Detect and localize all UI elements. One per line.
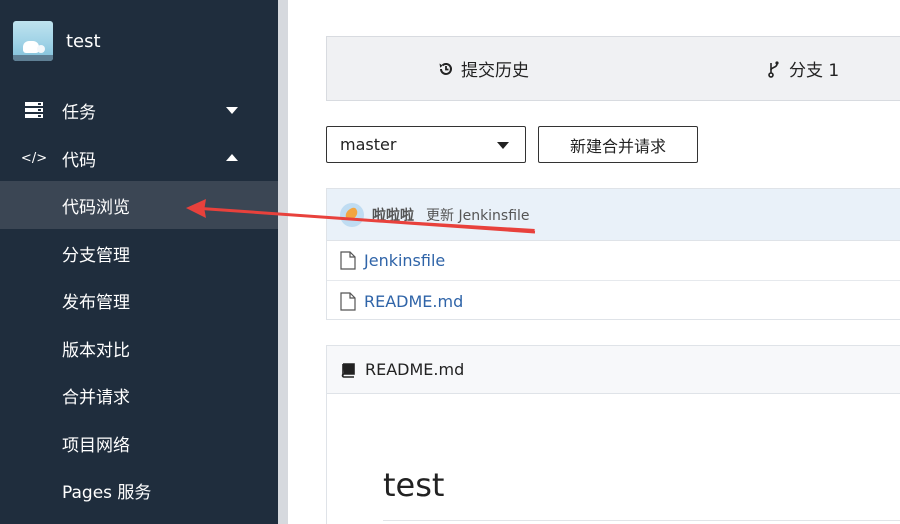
sidebar-item-label: Pages 服务 [62,482,152,503]
latest-commit-row: 啦啦啦 更新 Jenkinsfile [327,189,900,241]
sidebar: test 任务 </> 代码 代码浏览 分支管理 发布管理 版本对比 合并请求 … [0,0,278,524]
tab-commit-history[interactable]: 提交历史 [437,37,529,100]
file-link[interactable]: README.md [364,292,463,311]
new-merge-request-button[interactable]: 新建合并请求 [538,126,698,163]
list-item[interactable]: README.md [327,281,900,321]
tab-branches[interactable]: 分支 1 [765,37,839,100]
branch-icon [765,60,783,78]
readme-panel: README.md test [326,345,900,524]
sidebar-item-label: 项目网络 [62,435,130,456]
file-list-panel: 啦啦啦 更新 Jenkinsfile Jenkinsfile README.md [326,188,900,320]
sidebar-item-label: 分支管理 [62,245,130,266]
repo-name[interactable]: test [66,31,101,52]
file-icon [340,291,356,311]
divider [383,520,900,521]
sidebar-item-version-compare[interactable]: 版本对比 [0,324,278,372]
file-link[interactable]: Jenkinsfile [364,251,445,270]
sidebar-item-release-management[interactable]: 发布管理 [0,276,278,324]
readme-header: README.md [327,346,900,394]
sidebar-item-code-browse[interactable]: 代码浏览 [0,181,278,229]
sidebar-item-merge-requests[interactable]: 合并请求 [0,371,278,419]
readme-heading: test [383,466,445,504]
sidebar-item-label: 版本对比 [62,340,130,361]
commit-message[interactable]: 更新 Jenkinsfile [426,205,530,225]
list-item[interactable]: Jenkinsfile [327,241,900,281]
sidebar-item-code[interactable]: </> 代码 [0,134,278,182]
sidebar-item-tasks[interactable]: 任务 [0,86,278,134]
avatar[interactable] [340,203,364,227]
tasks-icon [24,100,44,120]
readme-title: README.md [365,360,465,379]
sidebar-item-label: 代码 [62,150,96,171]
tab-label: 提交历史 [461,61,529,81]
code-icon: </> [20,150,48,166]
chevron-down-icon [497,142,509,149]
history-icon [437,60,455,78]
chevron-up-icon [226,152,238,164]
chevron-down-icon [226,104,238,116]
sidebar-item-label: 发布管理 [62,292,130,313]
sidebar-item-label: 合并请求 [62,387,130,408]
branch-select-value: master [340,135,397,154]
sidebar-item-label: 任务 [62,102,96,123]
repo-avatar [13,21,53,61]
sidebar-scrollbar[interactable] [278,0,288,524]
sidebar-item-project-network[interactable]: 项目网络 [0,419,278,467]
sidebar-item-pages-service[interactable]: Pages 服务 [0,466,278,514]
commit-author[interactable]: 啦啦啦 [372,205,414,225]
sidebar-item-branch-management[interactable]: 分支管理 [0,229,278,277]
repo-header[interactable]: test [13,20,101,62]
main-content: 提交历史 分支 1 master 新建合并请求 啦啦啦 更新 Jenkinsfi… [288,0,900,524]
book-icon [340,362,356,378]
tab-label: 分支 1 [789,61,840,81]
sidebar-item-label: 代码浏览 [62,197,130,218]
file-icon [340,251,356,270]
branch-select[interactable]: master [326,126,526,163]
repo-tabs: 提交历史 分支 1 [326,36,900,101]
